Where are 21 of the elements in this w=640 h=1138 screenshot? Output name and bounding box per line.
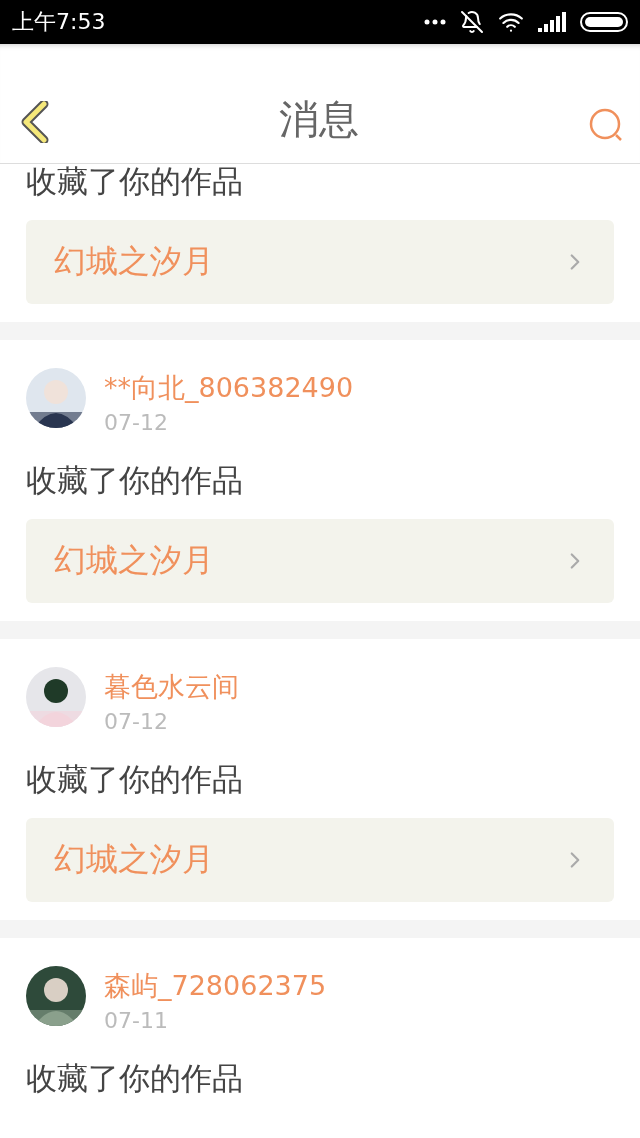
chevron-left-icon <box>20 101 50 143</box>
work-link[interactable]: 幻城之汐月 <box>26 220 614 305</box>
message-text: 收藏了你的作品 <box>26 164 244 199</box>
status-time: 上午7:53 <box>12 8 106 36</box>
signal-icon <box>538 12 566 32</box>
message-text: 收藏了你的作品 <box>26 1061 244 1096</box>
user-name[interactable]: 暮色水云间 <box>104 669 239 706</box>
work-link[interactable]: 幻城之汐月 <box>26 519 614 604</box>
message-text: 收藏了你的作品 <box>26 463 244 498</box>
battery-icon <box>580 12 628 32</box>
user-name[interactable]: **向北_806382490 <box>104 370 354 407</box>
message-date: 07-12 <box>104 709 169 735</box>
work-link[interactable]: 幻城之汐月 <box>26 818 614 903</box>
message-text: 收藏了你的作品 <box>26 762 244 797</box>
user-name[interactable]: 森屿_728062375 <box>104 968 327 1005</box>
search-icon <box>588 107 624 143</box>
message-date: 07-12 <box>104 410 169 436</box>
message-date: 07-11 <box>104 1008 169 1034</box>
bell-off-icon <box>460 10 484 34</box>
more-icon <box>424 19 446 25</box>
page-title: 消息 <box>279 95 359 144</box>
